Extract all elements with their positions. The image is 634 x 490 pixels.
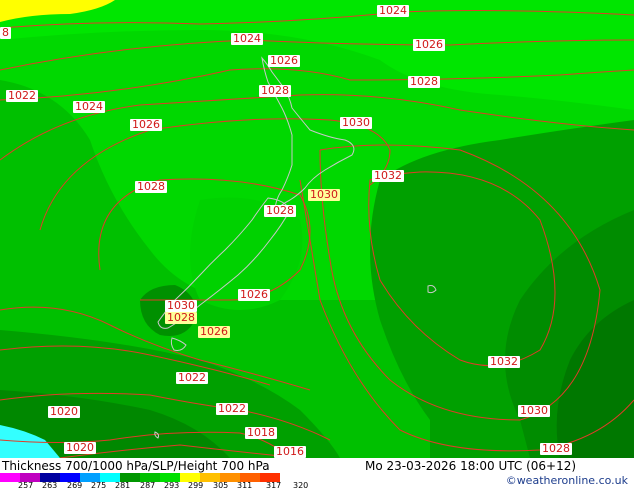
isobar-label: 1026 — [268, 54, 300, 67]
isobar-label: 1028 — [408, 75, 440, 88]
isobar-label: 1022 — [176, 371, 208, 384]
scale-tick-label: 269 — [67, 481, 83, 490]
isobar-label: 8 — [0, 26, 11, 39]
scale-tick-label: 257 — [18, 481, 34, 490]
scale-tick-label: 293 — [164, 481, 180, 490]
scale-tick-label: 263 — [42, 481, 58, 490]
isobar-label: 1026 — [130, 118, 162, 131]
scale-tick-label: 305 — [213, 481, 229, 490]
isobar-label: 1024 — [377, 4, 409, 17]
weather-map — [0, 0, 634, 458]
isobar-label: 1026 — [198, 325, 230, 338]
map-title: Thickness 700/1000 hPa/SLP/Height 700 hP… — [2, 459, 270, 473]
isobar-label: 1032 — [372, 169, 404, 182]
isobar-label: 1020 — [64, 441, 96, 454]
scale-tick-label: 281 — [115, 481, 131, 490]
isobar-label: 1022 — [6, 89, 38, 102]
credit: ©weatheronline.co.uk — [505, 474, 628, 487]
isobar-label: 1030 — [308, 188, 340, 201]
isobar-label: 1028 — [264, 204, 296, 217]
isobar-label: 1028 — [540, 442, 572, 455]
scale-tick-label: 299 — [188, 481, 204, 490]
isobar-label: 1028 — [259, 84, 291, 97]
scale-tick-label: 317 — [266, 481, 282, 490]
isobar-label: 1026 — [413, 38, 445, 51]
isobar-label: 1026 — [238, 288, 270, 301]
isobar-label: 1032 — [488, 355, 520, 368]
isobar-label: 1024 — [73, 100, 105, 113]
isobar-label: 1028 — [165, 311, 197, 324]
scale-tick-label: 320 — [293, 481, 309, 490]
scale-swatch — [0, 473, 20, 482]
isobar-label: 1020 — [48, 405, 80, 418]
isobar-label: 1022 — [216, 402, 248, 415]
scale-tick-label: 275 — [91, 481, 107, 490]
scale-tick-label: 287 — [140, 481, 156, 490]
isobar-label: 1028 — [135, 180, 167, 193]
isobar-label: 1024 — [231, 32, 263, 45]
isobar-label: 1030 — [340, 116, 372, 129]
datetime: Mo 23-03-2026 18:00 UTC (06+12) — [365, 459, 577, 473]
isobar-label: 1030 — [518, 404, 550, 417]
isobar-label: 1018 — [245, 426, 277, 439]
scale-tick-label: 311 — [237, 481, 253, 490]
isobar-label: 1016 — [274, 445, 306, 458]
footer: Thickness 700/1000 hPa/SLP/Height 700 hP… — [0, 458, 634, 490]
